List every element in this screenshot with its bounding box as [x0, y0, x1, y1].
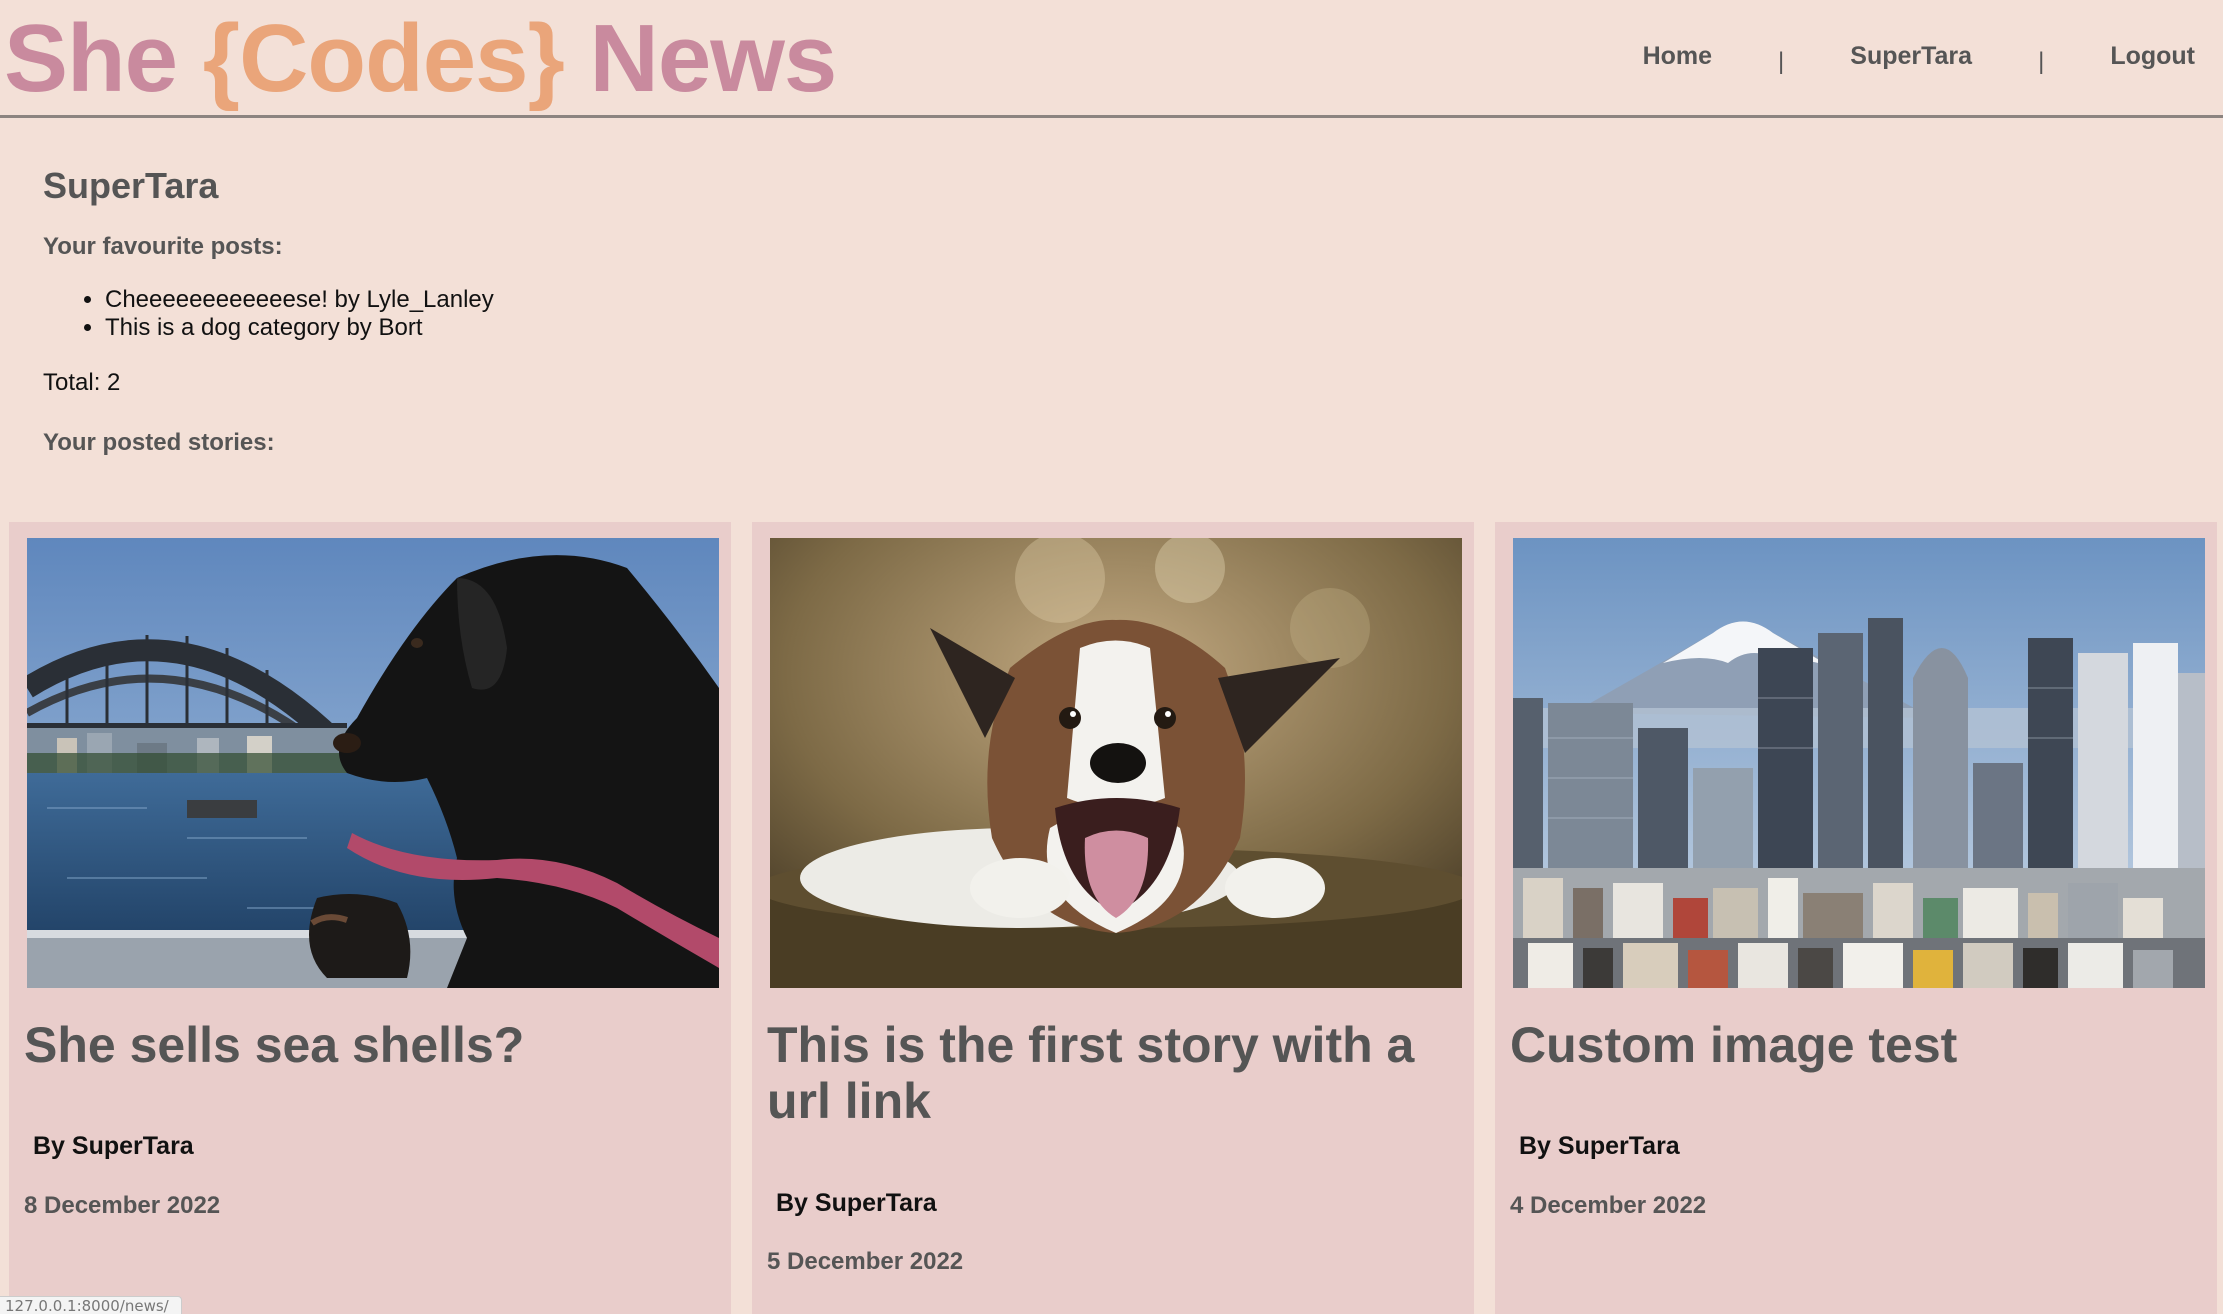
profile-section: SuperTara Your favourite posts: Cheeeeee…	[43, 160, 494, 460]
favourites-total: Total: 2	[43, 369, 121, 396]
site-header: She {Codes} News Home | SuperTara | Logo…	[0, 0, 2223, 118]
page: She {Codes} News Home | SuperTara | Logo…	[0, 0, 2223, 1314]
story-image-dachshund[interactable]	[27, 538, 719, 988]
story-title[interactable]: She sells sea shells?	[24, 1017, 694, 1073]
tokyo-fuji-photo	[1513, 538, 2205, 988]
nav-separator: |	[2038, 47, 2045, 75]
story-card[interactable]: This is the first story with a url link …	[752, 522, 1474, 1314]
profile-username: SuperTara	[43, 165, 219, 206]
story-date: 4 December 2022	[1510, 1192, 1707, 1219]
main-nav: Home | SuperTara | Logout	[1643, 42, 2195, 75]
favourites-list: Cheeeeeeeeeeeese! by Lyle_Lanley This is…	[43, 286, 494, 342]
nav-separator: |	[1778, 47, 1785, 75]
story-cards: She sells sea shells? By SuperTara 8 Dec…	[9, 522, 2223, 1314]
story-card[interactable]: Custom image test By SuperTara 4 Decembe…	[1495, 522, 2217, 1314]
browser-status-url: 127.0.0.1:8000/news/	[0, 1296, 182, 1314]
nav-logout-link[interactable]: Logout	[2110, 42, 2195, 71]
story-title[interactable]: This is the first story with a url link	[767, 1017, 1437, 1129]
story-date: 5 December 2022	[767, 1248, 964, 1275]
favourites-label: Your favourite posts:	[43, 233, 283, 260]
logo-news: News	[589, 5, 838, 112]
border-collie-photo	[770, 538, 1462, 988]
posted-stories-label: Your posted stories:	[43, 429, 275, 456]
favourite-item: Cheeeeeeeeeeeese! by Lyle_Lanley	[105, 286, 494, 314]
dachshund-harbour-photo	[27, 538, 719, 988]
story-author: By SuperTara	[776, 1189, 937, 1217]
logo-codes: {Codes}	[202, 5, 565, 112]
story-author: By SuperTara	[1519, 1132, 1680, 1160]
logo-she: She	[4, 5, 178, 112]
site-logo[interactable]: She {Codes} News	[4, 4, 838, 114]
story-title[interactable]: Custom image test	[1510, 1017, 2180, 1073]
nav-home-link[interactable]: Home	[1643, 42, 1712, 71]
story-card[interactable]: She sells sea shells? By SuperTara 8 Dec…	[9, 522, 731, 1314]
story-image-collie[interactable]	[770, 538, 1462, 988]
nav-user-link[interactable]: SuperTara	[1850, 42, 1972, 71]
story-author: By SuperTara	[33, 1132, 194, 1160]
favourite-item: This is a dog category by Bort	[105, 314, 494, 342]
story-image-tokyo[interactable]	[1513, 538, 2205, 988]
story-date: 8 December 2022	[24, 1192, 221, 1219]
